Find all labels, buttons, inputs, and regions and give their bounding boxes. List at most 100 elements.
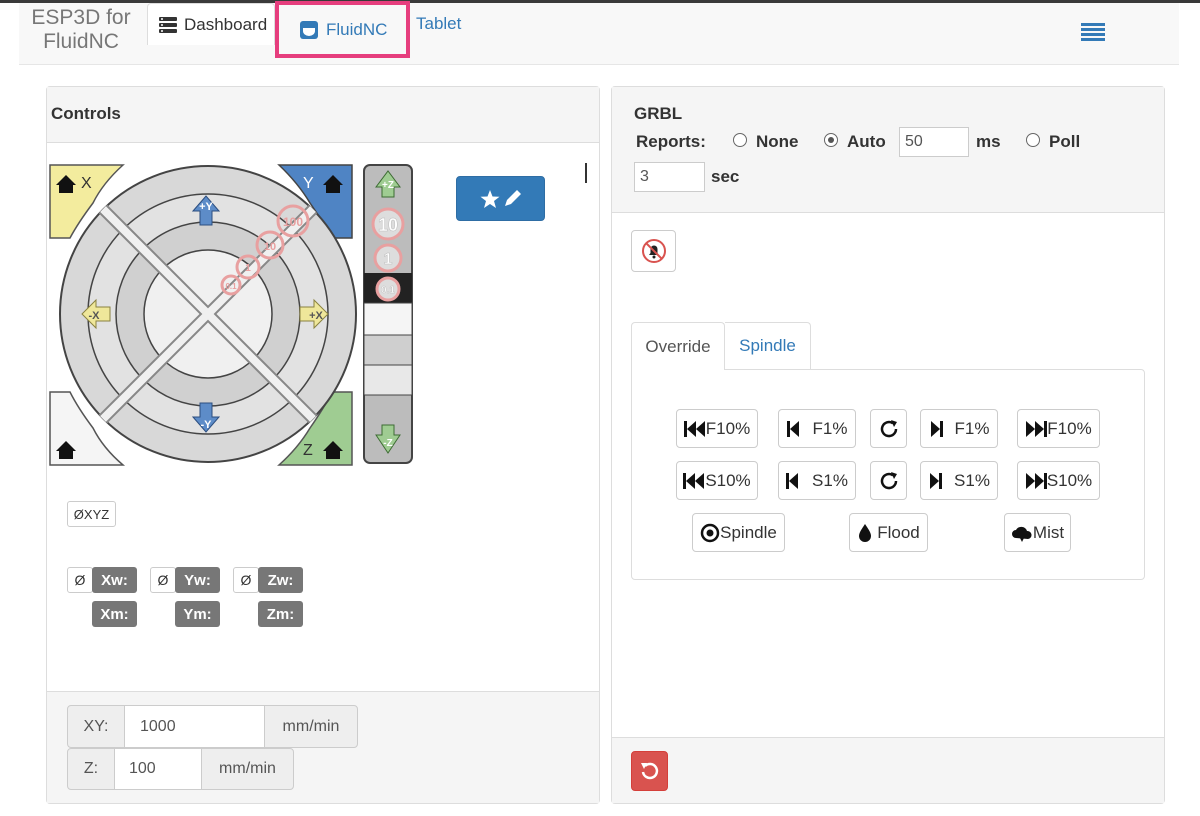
soft-reset-button[interactable] [631, 751, 668, 791]
cloud-icon [1011, 526, 1032, 542]
work-y-label: Yw: [175, 567, 220, 593]
flood-toggle-button[interactable]: Flood [849, 513, 928, 552]
tab-fluidnc-label: FluidNC [326, 19, 388, 39]
spindle-toggle-button[interactable]: Spindle [692, 513, 785, 552]
hamburger-menu-icon[interactable] [1081, 23, 1105, 43]
refresh-icon [880, 419, 897, 437]
fast-forward-icon [1026, 420, 1048, 437]
feed-plus-10-button[interactable]: F10% [1017, 409, 1100, 448]
tab-tablet-label: Tablet [416, 14, 462, 33]
tab-dashboard[interactable]: Dashboard [147, 3, 275, 45]
home-y-label: Y [303, 175, 314, 192]
speed-minus-10-button[interactable]: S10% [676, 461, 758, 500]
feed-plus-1-button[interactable]: F1% [920, 409, 998, 448]
report-poll-radio[interactable] [1026, 133, 1040, 147]
feed-minus-1-label: F1% [812, 418, 848, 438]
tab-override[interactable]: Override [631, 322, 725, 370]
report-none-label: None [756, 132, 799, 151]
feed-minus-10-label: F10% [705, 418, 751, 438]
plus-y-label: +Y [199, 201, 213, 213]
zero-xyz-button[interactable]: ØXYZ [67, 501, 116, 527]
home-x-label: X [81, 175, 92, 192]
tab-dashboard-label: Dashboard [184, 14, 268, 34]
machine-z-label: Zm: [258, 601, 303, 627]
speed-plus-10-label: S10% [1046, 470, 1093, 490]
macro-edit-button[interactable] [456, 176, 545, 221]
brand-logo[interactable]: ESP3D for FluidNC [19, 6, 143, 54]
tab-spindle[interactable]: Spindle [725, 322, 811, 369]
step-100-label: 100 [283, 215, 303, 229]
xy-feed-unit: mm/min [264, 705, 358, 748]
flood-toggle-label: Flood [877, 522, 920, 542]
z-step-10-label: 10 [378, 215, 398, 235]
minus-z-label: -Z [383, 438, 392, 449]
plus-x-label: +X [309, 310, 323, 322]
speed-minus-1-button[interactable]: S1% [778, 461, 856, 500]
machine-x-label: Xm: [92, 601, 137, 627]
grbl-title: GRBL [634, 104, 683, 123]
home-z-label: Z [303, 442, 313, 459]
undo-icon [640, 762, 658, 780]
dashboard-icon [159, 16, 177, 33]
jog-control[interactable]: X Y Z +Y -Y -X +X 100 10 1 0.1 +Z -Z 10 … [48, 163, 418, 473]
feed-minus-1-button[interactable]: F1% [778, 409, 856, 448]
report-none-radio[interactable] [733, 133, 747, 147]
controls-title: Controls [47, 87, 599, 143]
speed-plus-10-button[interactable]: S10% [1017, 461, 1100, 500]
text-cursor [585, 163, 587, 183]
xy-feed-label: XY: [67, 705, 125, 748]
z-step-1-label: 1 [384, 251, 393, 268]
report-poll-label: Poll [1049, 132, 1081, 151]
feed-plus-1-label: F1% [954, 418, 990, 438]
zero-y-button[interactable]: Ø [150, 567, 176, 593]
tab-tablet[interactable]: Tablet [404, 6, 461, 42]
mist-toggle-button[interactable]: Mist [1004, 513, 1071, 552]
step-10-label: 10 [264, 241, 276, 253]
fast-forward-icon [1025, 472, 1047, 489]
step-backward-icon [786, 472, 799, 489]
feed-reset-button[interactable] [870, 409, 907, 448]
brand-line2: FluidNC [43, 30, 119, 53]
droplet-icon [859, 523, 872, 542]
report-auto-label: Auto [847, 132, 886, 151]
report-auto-radio[interactable] [824, 133, 838, 147]
minus-y-label: -Y [201, 419, 213, 431]
fast-backward-icon [683, 420, 705, 437]
speed-minus-1-label: S1% [812, 470, 848, 490]
reports-label: Reports: [636, 132, 706, 151]
step-forward-icon [930, 420, 943, 437]
spindle-toggle-label: Spindle [720, 522, 777, 542]
star-pencil-icon [480, 189, 521, 208]
step-1-label: 1 [245, 263, 251, 274]
z-feed-label: Z: [67, 748, 115, 790]
tab-fluidnc[interactable]: FluidNC [275, 1, 410, 58]
machine-y-label: Ym: [175, 601, 220, 627]
auto-interval-input[interactable] [899, 127, 969, 157]
speed-plus-1-label: S1% [954, 470, 990, 490]
feed-plus-10-label: F10% [1047, 418, 1092, 438]
step-01-label: 0.1 [225, 282, 237, 291]
step-backward-icon [786, 420, 799, 437]
fluidnc-icon [300, 20, 318, 39]
alarm-button[interactable] [631, 230, 676, 272]
refresh-icon [880, 471, 897, 489]
speed-reset-button[interactable] [870, 461, 907, 500]
minus-x-label: -X [89, 310, 101, 322]
grbl-footer [612, 737, 1164, 803]
speed-plus-1-button[interactable]: S1% [920, 461, 998, 500]
speed-minus-10-label: S10% [705, 470, 751, 490]
plus-z-label: +Z [382, 180, 394, 191]
work-x-label: Xw: [92, 567, 137, 593]
zero-x-button[interactable]: Ø [67, 567, 93, 593]
z-feed-unit: mm/min [201, 748, 294, 790]
zero-z-button[interactable]: Ø [233, 567, 259, 593]
poll-interval-unit: sec [711, 167, 740, 186]
auto-interval-unit: ms [976, 132, 1001, 151]
feed-minus-10-button[interactable]: F10% [676, 409, 758, 448]
xy-feed-input[interactable] [124, 705, 265, 748]
z-feed-input[interactable] [114, 748, 202, 790]
poll-interval-input[interactable] [634, 162, 705, 192]
fast-backward-icon [683, 472, 705, 489]
brand-line1: ESP3D for [31, 6, 131, 29]
target-icon [700, 523, 720, 542]
